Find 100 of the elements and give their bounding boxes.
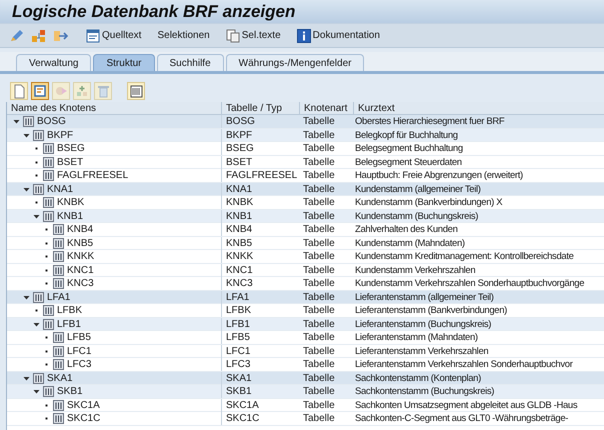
tool-button[interactable] xyxy=(10,82,28,100)
node-name[interactable]: SKB1 xyxy=(57,385,83,398)
node-name[interactable]: KNBK xyxy=(57,196,84,209)
table-cell-text: Tabelle xyxy=(302,304,336,317)
pencil-icon xyxy=(9,28,25,42)
arrow-icon xyxy=(53,28,69,42)
caret-icon[interactable] xyxy=(13,118,20,125)
toolbar-button[interactable]: Quelltext xyxy=(82,26,146,46)
caret-icon[interactable] xyxy=(23,374,30,382)
bullet-icon xyxy=(43,334,50,341)
node-name[interactable]: SKC1A xyxy=(67,398,100,412)
document-icon xyxy=(86,28,100,42)
node-name[interactable]: LFC1 xyxy=(67,344,92,358)
toolbar-button[interactable]: Sel.texte xyxy=(222,26,285,46)
node-name[interactable]: LFB5 xyxy=(67,331,91,344)
table-cell-text: Tabelle xyxy=(302,290,336,304)
caret-icon[interactable] xyxy=(23,186,30,192)
table-cell: KNKK xyxy=(221,250,299,263)
table-cell-text: Tabelle xyxy=(302,398,336,412)
table-cell: KNB4 xyxy=(221,223,299,236)
node-name[interactable]: KNA1 xyxy=(47,182,74,196)
table-cell-text: Kundenstamm Verkehrszahlen xyxy=(354,264,476,276)
table-cell-text: Sachkonten Umsatzsegment abgeleitet aus GLDB -Haus xyxy=(354,398,578,412)
node-name[interactable]: KNB1 xyxy=(57,210,84,222)
table-cell-text: Tabelle xyxy=(302,331,336,344)
table-cell-text: Lieferantenstamm (allgemeiner Teil) xyxy=(354,290,495,304)
table-cell-text: Hauptbuch: Freie Abgrenzungen (erweitert) xyxy=(354,169,524,182)
node-name[interactable]: LFB1 xyxy=(57,318,81,330)
caret-icon[interactable] xyxy=(33,320,40,328)
table-cell: SKB1 xyxy=(221,385,299,398)
bullet-icon xyxy=(43,402,50,408)
caret-icon[interactable] xyxy=(23,294,30,300)
table-cell-text: Tabelle xyxy=(302,250,336,263)
table-cell-text: Belegsegment Buchhaltung xyxy=(354,142,464,155)
node-name[interactable]: LFBK xyxy=(57,304,82,317)
table-cell: BSEG xyxy=(221,142,299,155)
bullet-icon xyxy=(43,226,50,233)
tab[interactable]: Struktur xyxy=(93,54,154,71)
table-cell-text: Tabelle xyxy=(302,344,336,358)
table-cell-text: Sachkonten-C-Segment aus GLT0 -Währungsbeträge- xyxy=(354,412,570,425)
node-name[interactable]: LFC3 xyxy=(67,358,92,371)
node-name[interactable]: KNB4 xyxy=(67,223,94,236)
table-cell: FAGLFREESEL xyxy=(221,169,299,182)
nodes-icon xyxy=(31,28,47,42)
column-header[interactable]: Name des Knotens xyxy=(7,102,221,115)
plus-icon xyxy=(74,83,90,99)
caret-icon[interactable] xyxy=(33,212,40,220)
node-name[interactable]: BSEG xyxy=(57,142,85,155)
table-cell-text: Tabelle xyxy=(302,277,336,290)
table-cell-text: Tabelle xyxy=(302,223,336,236)
bullet-icon xyxy=(43,266,50,274)
table-cell-text: Tabelle xyxy=(302,236,336,250)
node-name[interactable]: BSET xyxy=(57,156,84,168)
table-cell-text: Tabelle xyxy=(302,169,336,182)
table-cell: LFB5 xyxy=(221,331,299,344)
info-icon xyxy=(296,28,311,42)
node-name[interactable]: KNB5 xyxy=(67,236,94,250)
table-cell-text: Tabelle xyxy=(302,182,336,196)
node-name[interactable]: SKC1C xyxy=(67,412,100,425)
node-name[interactable]: SKA1 xyxy=(47,372,73,384)
bullet-icon xyxy=(33,307,40,314)
table-cell-text: Tabelle xyxy=(302,210,336,222)
node-name[interactable]: LFA1 xyxy=(47,290,70,304)
table-cell-text: Belegkopf für Buchhaltung xyxy=(354,128,459,142)
toolbar-button[interactable]: Selektionen xyxy=(153,26,214,46)
table-cell-text: Tabelle xyxy=(302,196,336,209)
table-cell-text: Tabelle xyxy=(302,156,336,168)
table-cell: BOSG xyxy=(221,115,299,128)
node-name[interactable]: FAGLFREESEL xyxy=(57,169,128,182)
bullet-icon xyxy=(43,361,50,368)
tab[interactable]: Verwaltung xyxy=(16,54,92,71)
tab[interactable]: Suchhilfe xyxy=(156,54,224,71)
tab[interactable]: Währungs-/Mengenfelder xyxy=(226,54,364,71)
node-name[interactable]: KNC3 xyxy=(67,277,94,290)
table-cell-text: Kundenstamm (Bankverbindungen) X xyxy=(354,196,504,209)
bullet-icon xyxy=(33,199,40,206)
table-cell-text: Kundenstamm Kreditmanagement: Kontrollbereichsdate xyxy=(354,250,575,263)
node-name[interactable]: KNKK xyxy=(67,250,94,263)
toolbar-button[interactable]: Dokumentation xyxy=(292,26,384,46)
window-title: Logische Datenbank BRF anzeigen xyxy=(12,0,296,23)
table-cell-text: Lieferantenstamm (Bankverbindungen) xyxy=(354,304,508,317)
table-button[interactable] xyxy=(127,82,145,100)
table-cell-text: Tabelle xyxy=(302,385,336,398)
node-name[interactable]: KNC1 xyxy=(67,264,94,276)
node-name[interactable]: BOSG xyxy=(37,115,66,128)
table-cell-text: Oberstes Hierarchiesegment fuer BRF xyxy=(354,115,506,128)
table-cell-text: Kundenstamm (Buchungskreis) xyxy=(354,210,480,222)
node-name[interactable]: BKPF xyxy=(47,128,74,142)
table-cell-text: Tabelle xyxy=(302,142,336,155)
table-cell-text: Lieferantenstamm (Buchungskreis) xyxy=(354,318,492,330)
table-cell-text: Kundenstamm Verkehrszahlen Sonderhauptbuchvorgänge xyxy=(354,277,586,290)
table-cell-text: Lieferantenstamm Verkehrszahlen xyxy=(354,344,490,358)
table-cell: KNC3 xyxy=(221,277,299,290)
bullet-icon xyxy=(43,240,50,246)
tool-button[interactable] xyxy=(31,82,49,100)
bullet-icon xyxy=(43,348,50,354)
table-cell: KNBK xyxy=(221,196,299,209)
document-icon xyxy=(32,83,48,99)
caret-icon[interactable] xyxy=(23,132,30,138)
caret-icon[interactable] xyxy=(33,388,40,395)
